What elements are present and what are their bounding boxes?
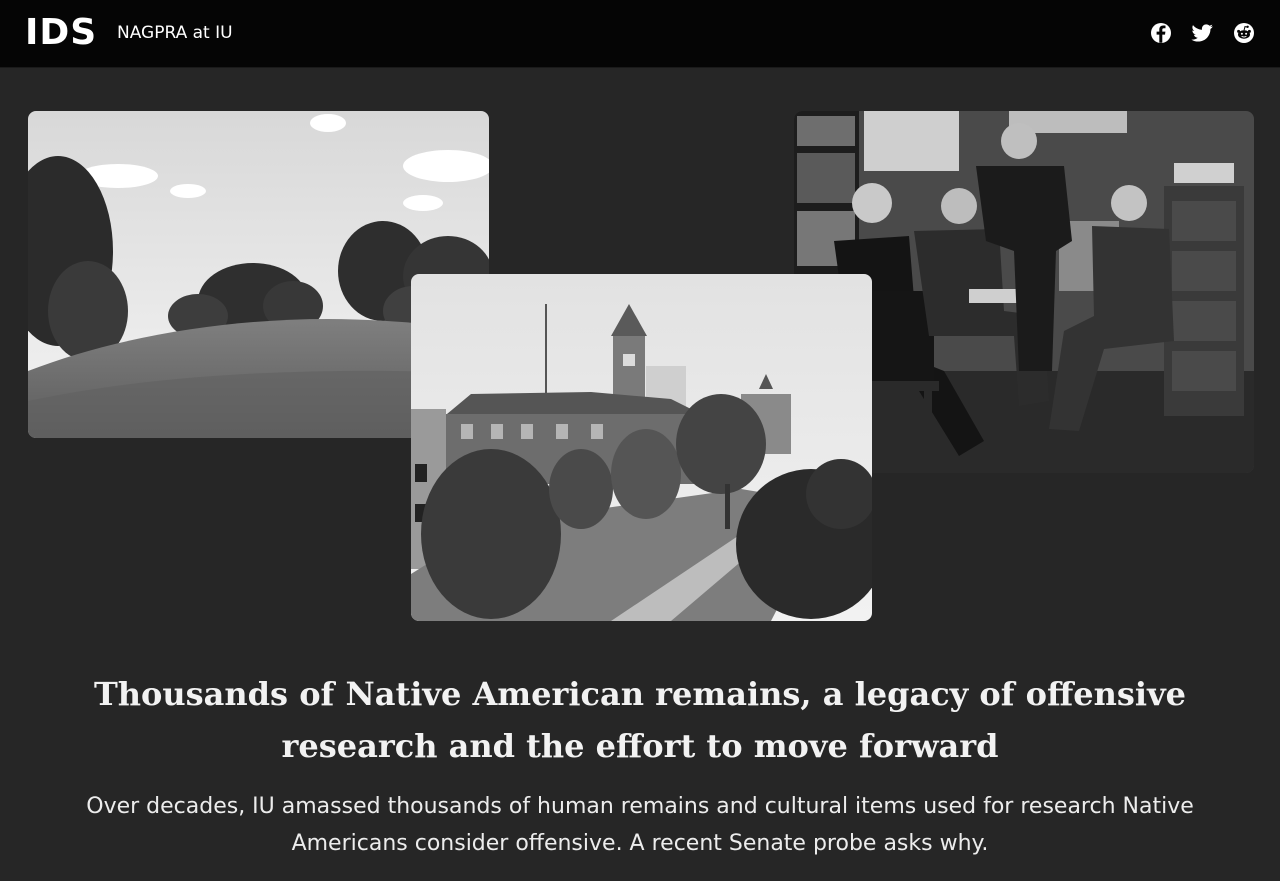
facebook-icon <box>1151 23 1171 43</box>
page: IDS NAGPRA at IU Thousands of Native Ame… <box>0 0 1280 881</box>
article-dek: Over decades, IU amassed thousands of hu… <box>86 794 1194 856</box>
reddit-share-button[interactable] <box>1231 20 1257 46</box>
article-headline[interactable]: Thousands of Native American remains, a … <box>80 668 1200 772</box>
reddit-icon <box>1234 23 1254 43</box>
ids-logo[interactable]: IDS <box>25 13 97 53</box>
twitter-share-button[interactable] <box>1189 20 1215 46</box>
site-title-link[interactable]: NAGPRA at IU <box>117 22 233 44</box>
facebook-share-button[interactable] <box>1148 20 1174 46</box>
campus-building-photo <box>411 274 872 621</box>
top-navigation-bar: IDS NAGPRA at IU <box>0 0 1280 68</box>
twitter-icon <box>1191 24 1213 42</box>
